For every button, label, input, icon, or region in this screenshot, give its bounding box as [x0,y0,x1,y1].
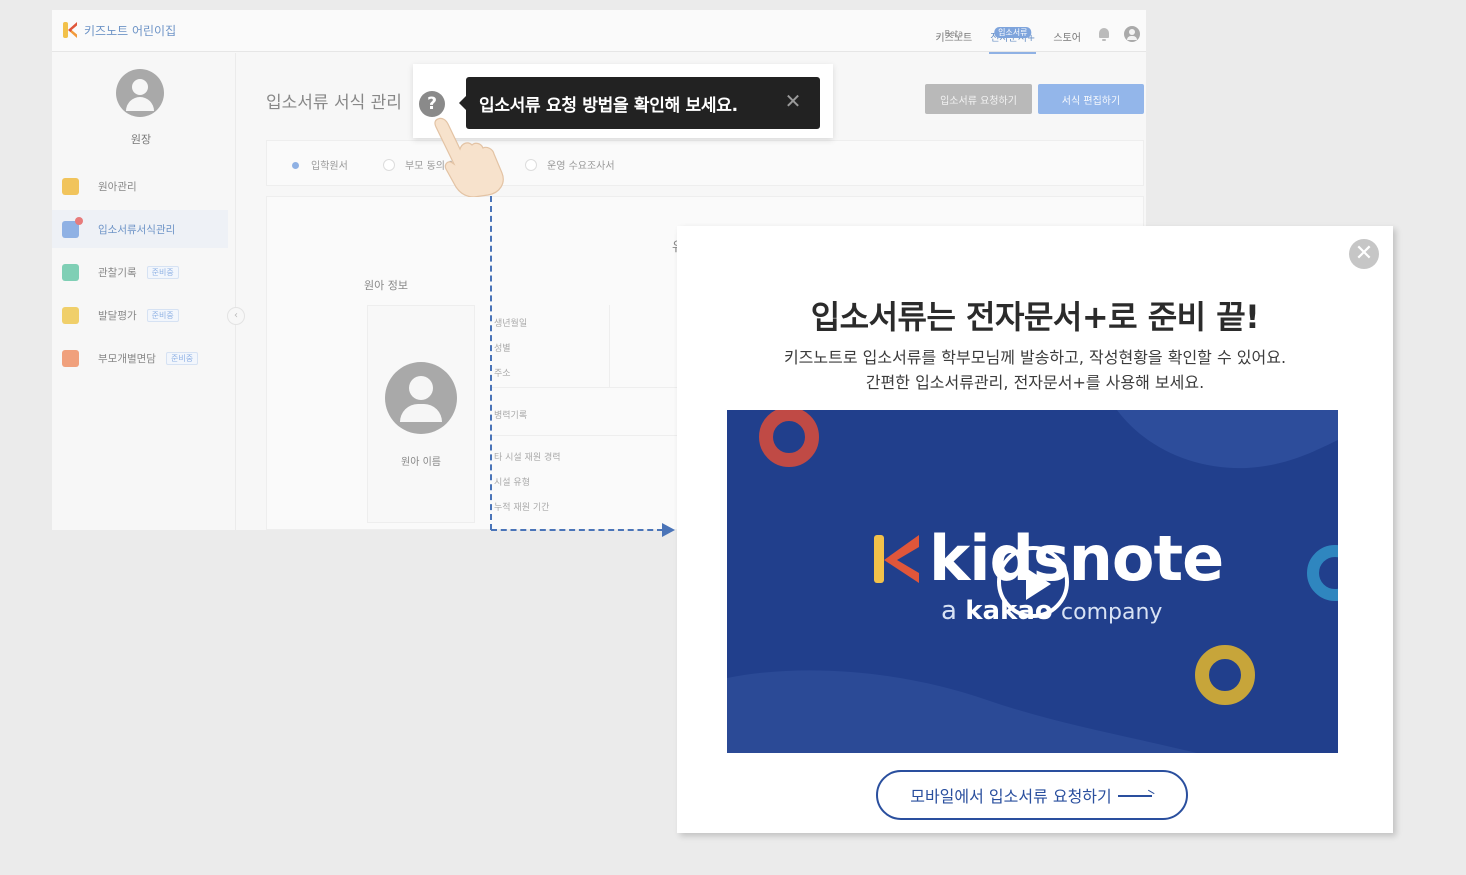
child-face-icon [62,177,79,195]
section-title: 원아 정보 [364,279,408,292]
connector-line [490,196,492,530]
tagline-company: company [1061,600,1163,625]
logo[interactable]: 키즈노트 어린이집 [62,21,176,39]
user-role: 원장 [130,133,152,146]
video-player[interactable]: kidsnote a kakao company [727,410,1338,753]
radio-selected-icon [289,159,301,171]
tooltip-text: 입소서류 요청 방법을 확인해 보세요. [479,95,738,116]
sidebar-item-observation[interactable]: 관찰기록 준비중 [52,253,228,291]
sidebar-item-admission-forms[interactable]: 입소서류서식관리 [52,210,228,248]
coming-soon-badge: 준비중 [165,351,199,365]
modal-desc-line: 간편한 입소서류관리, 전자문서+를 사용해 보세요. [865,373,1205,392]
modal-close-button[interactable]: ✕ [1349,239,1379,269]
promo-modal: ✕ 입소서류는 전자문서+로 준비 끝! 키즈노트로 입소서류를 학부모님께 발… [677,226,1393,833]
radio-unselected-icon [383,158,395,171]
child-name-label: 원아 이름 [401,457,441,468]
connector-arrow-icon [662,523,675,537]
kidsnote-logo-icon [62,21,78,39]
radio-demand-survey[interactable]: 운영 수요조사서 [525,157,615,172]
tooltip-bubble: 입소서류 요청 방법을 확인해 보세요. ✕ [459,77,820,129]
nav-store[interactable]: 스토어 [1044,29,1090,50]
child-photo-box: 원아 이름 [367,305,475,523]
coming-soon-badge: 준비중 [146,265,179,279]
field-facility-type: 시설 유형 [494,478,530,488]
radio-label: 입학원서 [311,161,348,172]
field-medical-history: 병력기록 [494,411,528,421]
field-enrollment-period: 누적 재원 기간 [494,503,550,513]
logo-text: 키즈노트 어린이집 [84,23,177,38]
beta-label: Beta [944,29,964,38]
request-forms-button[interactable]: 입소서류 요청하기 [925,84,1032,114]
nav-kidsnote[interactable]: Beta 키즈노트 [926,29,981,50]
radio-label: 운영 수요조사서 [547,161,615,172]
cta-label: 모바일에서 입소서류 요청하기 [910,787,1112,806]
play-icon[interactable] [997,546,1069,618]
sidebar-item-child-management[interactable]: 원아관리 [52,167,228,205]
sidebar-collapse-button[interactable]: ‹ [227,307,245,325]
modal-description: 키즈노트로 입소서류를 학부모님께 발송하고, 작성현황을 확인할 수 있어요.… [677,345,1393,395]
video-brand-text: kidsnote [929,522,1224,595]
top-nav: Beta 키즈노트 입소서류 전자문서+ 스토어 [926,14,1146,54]
radio-admission-application[interactable]: 입학원서 [289,157,348,172]
sidebar-item-development[interactable]: 발달평가 준비중 [52,296,228,334]
bell-icon[interactable] [1096,26,1112,42]
sidebar-item-label: 원아관리 [98,180,137,193]
field-prior-facility: 타 시설 재원 경력 [494,453,561,463]
nav-badge: 입소서류 [994,27,1032,38]
sidebar-item-label: 관찰기록 [98,266,137,279]
connector-line [491,529,663,531]
sidebar-item-label: 입소서류서식관리 [98,223,176,236]
sidebar-item-label: 발달평가 [98,309,137,322]
tagline-a: a [941,596,957,626]
edit-form-button[interactable]: 서식 편집하기 [1038,84,1144,114]
profile-avatar-icon [116,69,164,117]
field-address: 주소 [494,369,511,379]
radio-unselected-icon [525,158,537,171]
kidsnote-logo-icon [874,535,919,583]
magnifier-icon [62,263,79,281]
bar-chart-icon [62,306,79,324]
arrow-right-icon [1117,789,1154,801]
account-icon[interactable] [1124,26,1140,42]
top-bar: 키즈노트 어린이집 Beta 키즈노트 입소서류 전자문서+ 스토어 [52,10,1146,54]
help-icon[interactable]: ? [419,91,445,117]
modal-desc-line: 키즈노트로 입소서류를 학부모님께 발송하고, 작성현황을 확인할 수 있어요. [783,348,1287,367]
child-avatar-icon [385,362,457,434]
document-user-icon [62,216,83,238]
nav-edocs[interactable]: 입소서류 전자문서+ [981,27,1044,54]
tooltip-close-icon[interactable]: ✕ [782,90,804,112]
pointing-hand-icon [434,117,504,197]
sidebar-item-label: 부모개별면담 [98,352,156,365]
coming-soon-badge: 준비중 [146,308,179,322]
page-title: 입소서류 서식 관리 [266,93,402,113]
nav-label: 스토어 [1053,33,1081,44]
field-gender: 성별 [494,344,511,354]
form-type-selector: 입학원서 부모 동의 동 운영 수요조사서 [266,140,1144,186]
sidebar-item-parent-meeting[interactable]: 부모개별면담 준비중 [52,339,228,377]
meeting-icon [62,349,79,367]
modal-title: 입소서류는 전자문서+로 준비 끝! [810,298,1260,336]
mobile-request-button[interactable]: 모바일에서 입소서류 요청하기 [876,770,1188,820]
field-birthdate: 생년월일 [494,319,528,329]
sidebar: 원장 원아관리 입소서류서식관리 관찰기록 준비중 발달평가 준비중 부모개별면… [52,53,236,530]
